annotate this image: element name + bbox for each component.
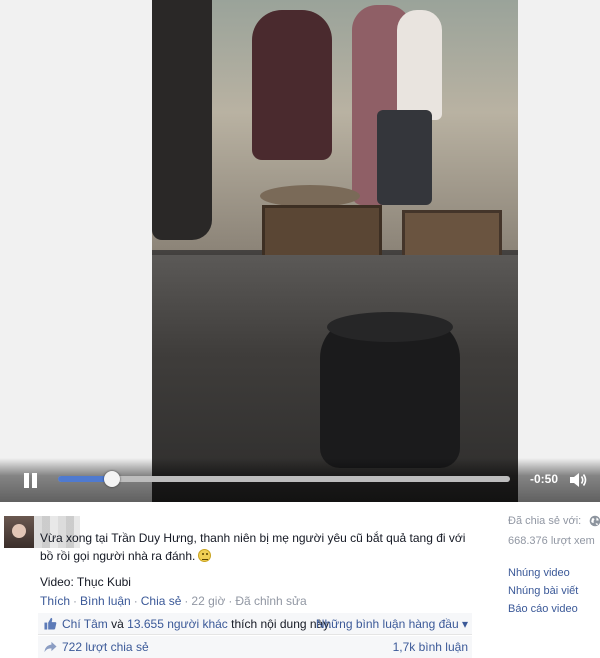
- progress-handle[interactable]: [104, 471, 121, 487]
- video-person: [252, 10, 332, 160]
- comment-sort-dropdown[interactable]: Những bình luận hàng đầu ▾: [316, 617, 468, 631]
- shares-count-link[interactable]: 722 lượt chia sẻ: [62, 640, 149, 654]
- embed-video-link[interactable]: Nhúng video: [508, 567, 600, 579]
- edited-label[interactable]: Đã chỉnh sửa: [235, 594, 306, 608]
- video-table: [260, 185, 360, 207]
- likes-summary: Chí Tâm và 13.655 người khác thích nội d…: [38, 613, 472, 635]
- report-video-link[interactable]: Báo cáo video: [508, 603, 600, 615]
- likes-text: Chí Tâm và 13.655 người khác thích nội d…: [62, 617, 332, 631]
- embed-post-link[interactable]: Nhúng bài viết: [508, 585, 600, 597]
- thumbs-up-icon: [44, 617, 57, 630]
- volume-icon[interactable]: [568, 470, 588, 490]
- video-person: [152, 0, 212, 240]
- others-likes-link[interactable]: 13.655 người khác: [127, 617, 228, 631]
- video-person: [397, 10, 442, 120]
- post-message: Vừa xong tại Trần Duy Hưng, thanh niên b…: [40, 531, 466, 563]
- globe-icon[interactable]: [589, 515, 600, 527]
- comments-count-link[interactable]: 1,7k bình luận: [393, 640, 468, 654]
- video-player[interactable]: -0:50: [0, 0, 600, 502]
- pause-icon[interactable]: [20, 471, 42, 493]
- shares-summary: 722 lượt chia sẻ 1,7k bình luận: [38, 636, 472, 658]
- progress-bar[interactable]: [58, 471, 510, 487]
- share-link[interactable]: Chia sẻ: [141, 594, 182, 608]
- view-count: 668.376 lượt xem: [508, 535, 595, 547]
- video-credit: Video: Thục Kubi: [40, 575, 131, 589]
- video-options: Nhúng video Nhúng bài viết Báo cáo video: [508, 567, 600, 615]
- liker-name-link[interactable]: Chí Tâm: [62, 617, 108, 631]
- post-timestamp[interactable]: 22 giờ: [191, 594, 225, 608]
- video-frame: [152, 0, 518, 502]
- time-remaining: -0:50: [530, 472, 559, 486]
- post-actions: Thích · Bình luận · Chia sẻ · 22 giờ · Đã chỉnh …: [40, 594, 307, 608]
- comment-link[interactable]: Bình luận: [80, 594, 131, 608]
- smile-emoji-icon: [198, 549, 212, 562]
- shared-with-label: Đã chia sẻ với:: [508, 515, 600, 527]
- post-text: Vừa xong tại Trần Duy Hưng, thanh niên b…: [40, 529, 480, 565]
- share-arrow-icon: [44, 641, 57, 653]
- likes-connector: và: [111, 617, 124, 631]
- video-controls: -0:50: [0, 458, 600, 502]
- video-jar-rim: [327, 312, 453, 342]
- video-sidebar: Đã chia sẻ với: 668.376 lượt xem Nhúng v…: [508, 515, 600, 621]
- like-link[interactable]: Thích: [40, 594, 70, 608]
- video-person: [377, 110, 432, 205]
- shared-with-text: Đã chia sẻ với:: [508, 515, 582, 527]
- video-chair: [262, 205, 382, 260]
- avatar-photo: [4, 516, 34, 548]
